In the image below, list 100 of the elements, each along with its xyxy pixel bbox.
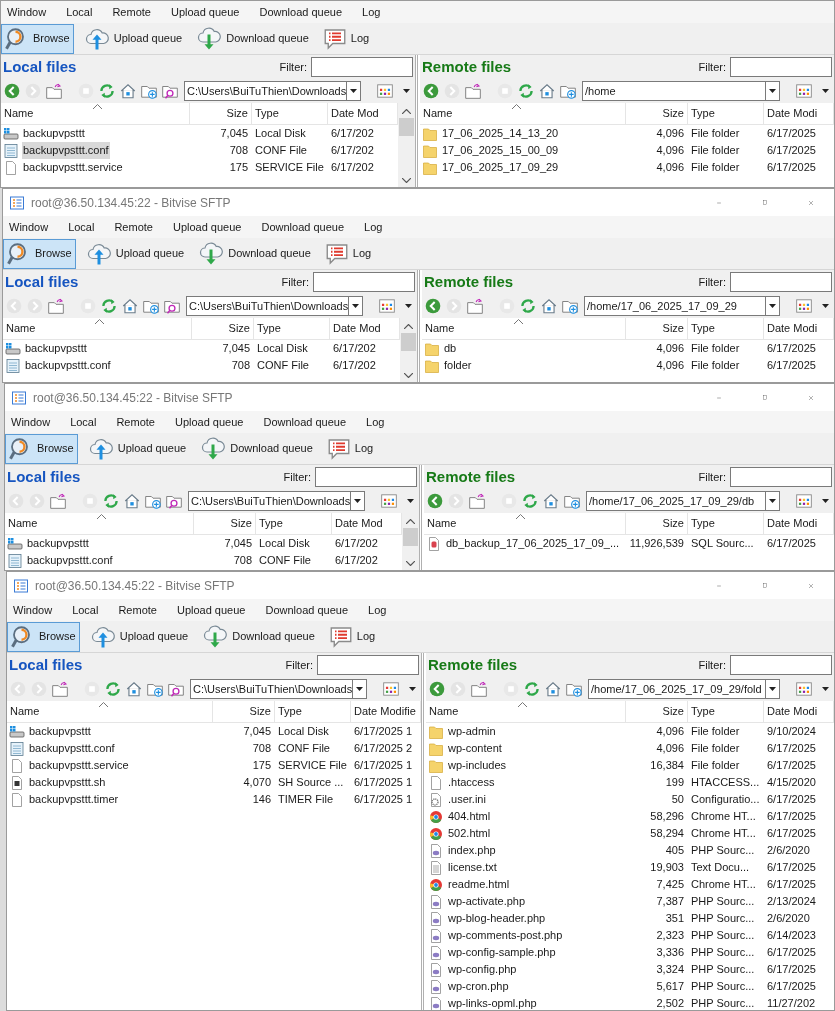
toolbar-button[interactable]: Upload queue [83, 433, 191, 464]
file-name[interactable]: backupvpsttt.service [22, 159, 124, 176]
menu-item[interactable]: Upload queue [176, 601, 246, 619]
home-icon[interactable] [119, 82, 137, 100]
file-name[interactable]: wp-comments-post.php [447, 927, 564, 944]
menu-item[interactable]: Local [70, 413, 97, 431]
filter-field[interactable] [315, 467, 417, 487]
column-header[interactable]: Name [7, 701, 213, 722]
file-name[interactable]: wp-content [447, 740, 503, 757]
back-icon[interactable] [426, 492, 444, 510]
refresh-icon[interactable] [519, 297, 537, 315]
file-name[interactable]: 17_06_2025_17_09_29 [441, 159, 560, 176]
dropdown-button[interactable] [348, 297, 362, 315]
file-name[interactable]: wp-config-sample.php [447, 944, 557, 961]
toolbar-button[interactable]: Download queue [194, 238, 315, 269]
scrollbar[interactable] [400, 318, 417, 382]
refresh-icon[interactable] [517, 82, 535, 100]
column-header[interactable]: Size [192, 318, 254, 339]
refresh-icon[interactable] [102, 492, 120, 510]
file-name[interactable]: backupvpsttt.conf [22, 142, 110, 159]
dropdown-button[interactable] [765, 82, 779, 100]
toolbar-button[interactable]: Log [322, 433, 378, 464]
view-grid-icon[interactable] [375, 82, 395, 100]
column-header[interactable]: Name [3, 318, 192, 339]
menu-item[interactable]: Log [362, 3, 381, 21]
menu-item[interactable]: Download queue [259, 3, 343, 21]
file-name[interactable]: backupvpsttt [26, 535, 90, 552]
view-grid-icon[interactable] [794, 82, 814, 100]
folder-arrow-icon[interactable] [47, 297, 65, 315]
menu-item[interactable]: Log [366, 413, 385, 431]
scroll-up-icon[interactable] [406, 519, 415, 524]
refresh-icon[interactable] [104, 680, 122, 698]
column-header[interactable]: Size [626, 701, 688, 722]
column-header[interactable]: Type [256, 513, 332, 534]
file-name[interactable]: 17_06_2025_14_13_20 [441, 125, 560, 142]
caret-down-icon[interactable] [822, 499, 829, 503]
file-name[interactable]: db_backup_17_06_2025_17_09_... [445, 535, 621, 552]
view-grid-icon[interactable] [381, 680, 401, 698]
menu-item[interactable]: Upload queue [170, 3, 240, 21]
menu-item[interactable]: Remote [118, 601, 157, 619]
filter-field[interactable] [730, 467, 832, 487]
menu-item[interactable]: Remote [114, 218, 153, 236]
menu-item[interactable]: Local [66, 3, 93, 21]
scroll-up-icon[interactable] [402, 109, 411, 114]
file-name[interactable]: license.txt [447, 859, 498, 876]
dropdown-button[interactable] [346, 82, 360, 100]
file-name[interactable]: wp-activate.php [447, 893, 527, 910]
back-icon[interactable] [3, 82, 21, 100]
column-header[interactable]: Type [254, 318, 330, 339]
view-grid-icon[interactable] [794, 680, 814, 698]
toolbar-button[interactable]: Upload queue [79, 23, 187, 54]
file-name[interactable]: 502.html [447, 825, 492, 842]
filter-field[interactable] [730, 655, 832, 675]
menu-item[interactable]: Remote [112, 3, 151, 21]
menu-item[interactable]: Window [11, 413, 51, 431]
toolbar-button[interactable]: Upload queue [85, 621, 193, 652]
dropdown-button[interactable] [350, 492, 364, 510]
filter-field[interactable] [730, 272, 832, 292]
menu-item[interactable]: Download queue [265, 601, 349, 619]
folder-arrow-icon[interactable] [470, 680, 488, 698]
menu-item[interactable]: Download queue [261, 218, 345, 236]
file-name[interactable]: backupvpsttt.conf [26, 552, 114, 569]
scroll-up-icon[interactable] [404, 324, 413, 329]
folder-arrow-icon[interactable] [49, 492, 67, 510]
home-icon[interactable] [544, 680, 562, 698]
column-header[interactable]: Size [626, 513, 688, 534]
folder-arrow-icon[interactable] [464, 82, 482, 100]
column-header[interactable]: Size [213, 701, 275, 722]
file-name[interactable]: 17_06_2025_15_00_09 [441, 142, 560, 159]
file-name[interactable]: backupvpsttt.sh [28, 774, 107, 791]
column-header[interactable]: Type [688, 701, 764, 722]
view-grid-icon[interactable] [794, 492, 814, 510]
menu-item[interactable]: Window [13, 601, 53, 619]
scrollbar[interactable] [402, 513, 419, 570]
column-header[interactable]: Date Modi [764, 513, 834, 534]
home-icon[interactable] [540, 297, 558, 315]
column-header[interactable]: Name [420, 103, 626, 124]
toolbar-button[interactable]: Browse [3, 238, 76, 269]
scroll-thumb[interactable] [401, 333, 416, 351]
file-name[interactable]: .htaccess [447, 774, 496, 791]
filter-field[interactable] [730, 57, 832, 77]
column-header[interactable]: Type [688, 103, 764, 124]
column-header[interactable]: Name [424, 513, 626, 534]
home-icon[interactable] [125, 680, 143, 698]
caret-down-icon[interactable] [822, 687, 829, 691]
refresh-icon[interactable] [98, 82, 116, 100]
column-header[interactable]: Type [688, 318, 764, 339]
back-icon[interactable] [424, 297, 442, 315]
dropdown-button[interactable] [765, 492, 779, 510]
file-name[interactable]: index.php [447, 842, 497, 859]
file-name[interactable]: readme.html [447, 876, 511, 893]
file-name[interactable]: backupvpsttt.conf [24, 357, 112, 374]
column-header[interactable]: Name [5, 513, 194, 534]
toolbar-button[interactable]: Browse [5, 433, 78, 464]
caret-down-icon[interactable] [403, 89, 410, 93]
file-name[interactable]: wp-includes [447, 757, 508, 774]
column-header[interactable]: Type [688, 513, 764, 534]
refresh-icon[interactable] [100, 297, 118, 315]
menu-item[interactable]: Log [368, 601, 387, 619]
caret-down-icon[interactable] [822, 304, 829, 308]
